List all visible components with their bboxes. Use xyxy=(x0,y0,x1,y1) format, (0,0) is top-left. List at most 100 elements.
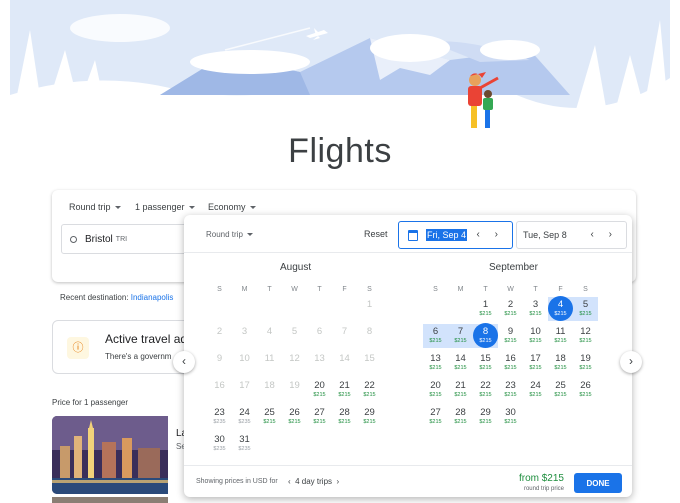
day-number: 14 xyxy=(339,353,350,364)
calendar-day-september-24[interactable]: 24 $215 xyxy=(523,377,548,402)
calendar-day-september-14[interactable]: 14 $215 xyxy=(448,350,473,375)
calendar-day-september-23[interactable]: 23 $215 xyxy=(498,377,523,402)
calendar-day-september-22[interactable]: 22 $215 xyxy=(473,377,498,402)
day-number: 24 xyxy=(530,380,541,391)
calendar-day-september-7[interactable]: 7 $215 xyxy=(448,323,473,348)
day-price: $215 xyxy=(504,311,517,317)
day-price: $215 xyxy=(454,338,467,344)
calendar-day-august-8: 8 xyxy=(357,323,382,348)
recent-destination-link[interactable]: Indianapolis xyxy=(131,293,174,302)
day-number: 12 xyxy=(580,326,591,337)
day-number: 2 xyxy=(216,326,223,337)
calendar-day-september-11[interactable]: 11 $215 xyxy=(548,323,573,348)
day-number: 17 xyxy=(530,353,541,364)
reset-button[interactable]: Reset xyxy=(364,229,388,239)
day-price: $215 xyxy=(529,392,542,398)
calendar-day-september-21[interactable]: 21 $215 xyxy=(448,377,473,402)
calendar-day-august-11: 11 xyxy=(257,350,282,375)
calendar-day-september-20[interactable]: 20 $215 xyxy=(423,377,448,402)
calendar-day-august-27[interactable]: 27 $215 xyxy=(307,404,332,429)
calendar-day-september-8[interactable]: 8 $215 xyxy=(473,323,498,348)
day-number: 24 xyxy=(239,407,250,418)
calendar-day-september-3[interactable]: 3 $215 xyxy=(523,296,548,321)
weekday-label: S xyxy=(217,286,222,293)
departure-date-arrows[interactable]: ‹ › xyxy=(477,229,504,240)
calendar-day-september-10[interactable]: 10 $215 xyxy=(523,323,548,348)
trip-length-control[interactable]: ‹ 4 day trips › xyxy=(288,477,339,486)
calendar-day-august-31[interactable]: 31 $235 xyxy=(232,431,257,456)
advisory-title: Active travel ad xyxy=(105,332,188,346)
calendar-day-september-4[interactable]: 4 $215 xyxy=(548,296,573,321)
day-price: $215 xyxy=(313,419,326,425)
calendar-day-august-24[interactable]: 24 $235 xyxy=(232,404,257,429)
calendar-day-september-13[interactable]: 13 $215 xyxy=(423,350,448,375)
calendar-day-august-29[interactable]: 29 $215 xyxy=(357,404,382,429)
calendar-day-september-16[interactable]: 16 $215 xyxy=(498,350,523,375)
calendar-day-september-30[interactable]: 30 $215 xyxy=(498,404,523,429)
day-number: 28 xyxy=(455,407,466,418)
day-number: 30 xyxy=(505,407,516,418)
calendar-day-september-19[interactable]: 19 $215 xyxy=(573,350,598,375)
calendar-day-september-18[interactable]: 18 $215 xyxy=(548,350,573,375)
day-price: $215 xyxy=(363,419,376,425)
calendar-day-september-9[interactable]: 9 $215 xyxy=(498,323,523,348)
travel-advisory-card[interactable]: ⓘ Active travel ad There's a governm xyxy=(52,320,192,374)
weekday-label: F xyxy=(342,286,347,293)
day-number: 25 xyxy=(555,380,566,391)
day-price: $215 xyxy=(579,311,592,317)
calendar-day-september-28[interactable]: 28 $215 xyxy=(448,404,473,429)
day-number: 9 xyxy=(507,326,514,337)
return-date-field[interactable]: Tue, Sep 8 ‹ › xyxy=(516,221,627,249)
departure-date-field[interactable]: Fri, Sep 4 ‹ › xyxy=(398,221,513,249)
next-month-button[interactable]: › xyxy=(620,351,642,373)
day-price: $215 xyxy=(479,338,492,344)
calendar-day-september-27[interactable]: 27 $215 xyxy=(423,404,448,429)
calendar-day-september-5[interactable]: 5 $215 xyxy=(573,296,598,321)
weekday-label: M xyxy=(457,286,464,293)
calendar-day-august-28[interactable]: 28 $215 xyxy=(332,404,357,429)
return-date-arrows[interactable]: ‹ › xyxy=(591,229,618,240)
destination-image[interactable] xyxy=(52,416,168,494)
calendar-day-september-15[interactable]: 15 $215 xyxy=(473,350,498,375)
passenger-select[interactable]: 1 passenger xyxy=(135,202,195,212)
calendar-day-september-12[interactable]: 12 $215 xyxy=(573,323,598,348)
calendar-day-august-30[interactable]: 30 $235 xyxy=(207,431,232,456)
day-number: 4 xyxy=(557,299,564,310)
calendar-day-september-1[interactable]: 1 $215 xyxy=(473,296,498,321)
departure-date-value: Fri, Sep 4 xyxy=(426,229,468,241)
calendar-day-august-23[interactable]: 23 $235 xyxy=(207,404,232,429)
day-number: 8 xyxy=(366,326,373,337)
day-number: 26 xyxy=(580,380,591,391)
day-price: $215 xyxy=(504,392,517,398)
day-number: 2 xyxy=(507,299,514,310)
calendar-day-september-25[interactable]: 25 $215 xyxy=(548,377,573,402)
month-title-september: September xyxy=(489,262,538,273)
calendar-day-august-26[interactable]: 26 $215 xyxy=(282,404,307,429)
calendar-day-september-2[interactable]: 2 $215 xyxy=(498,296,523,321)
calendar-day-august-7: 7 xyxy=(332,323,357,348)
popup-trip-type-select[interactable]: Round trip xyxy=(206,230,253,239)
day-price: $215 xyxy=(338,392,351,398)
day-number: 23 xyxy=(505,380,516,391)
calendar-day-august-25[interactable]: 25 $215 xyxy=(257,404,282,429)
day-number: 21 xyxy=(339,380,350,391)
calendar-day-september-26[interactable]: 26 $215 xyxy=(573,377,598,402)
trip-type-select[interactable]: Round trip xyxy=(69,202,121,212)
day-price: $215 xyxy=(429,338,442,344)
destination-image-2[interactable] xyxy=(52,497,168,503)
calendar-day-august-22[interactable]: 22 $215 xyxy=(357,377,382,402)
day-number: 22 xyxy=(364,380,375,391)
calendar-day-september-6[interactable]: 6 $215 xyxy=(423,323,448,348)
cabin-select[interactable]: Economy xyxy=(208,202,256,212)
calendar-day-august-21[interactable]: 21 $215 xyxy=(332,377,357,402)
day-price: $215 xyxy=(479,365,492,371)
day-price: $215 xyxy=(529,311,542,317)
done-button[interactable]: DONE xyxy=(574,473,622,493)
origin-input[interactable]: Bristol TRI xyxy=(61,224,191,254)
prev-month-button[interactable]: ‹ xyxy=(173,351,195,373)
calendar-day-september-29[interactable]: 29 $215 xyxy=(473,404,498,429)
day-number: 7 xyxy=(457,326,464,337)
day-price: $215 xyxy=(263,419,276,425)
calendar-day-september-17[interactable]: 17 $215 xyxy=(523,350,548,375)
calendar-day-august-20[interactable]: 20 $215 xyxy=(307,377,332,402)
